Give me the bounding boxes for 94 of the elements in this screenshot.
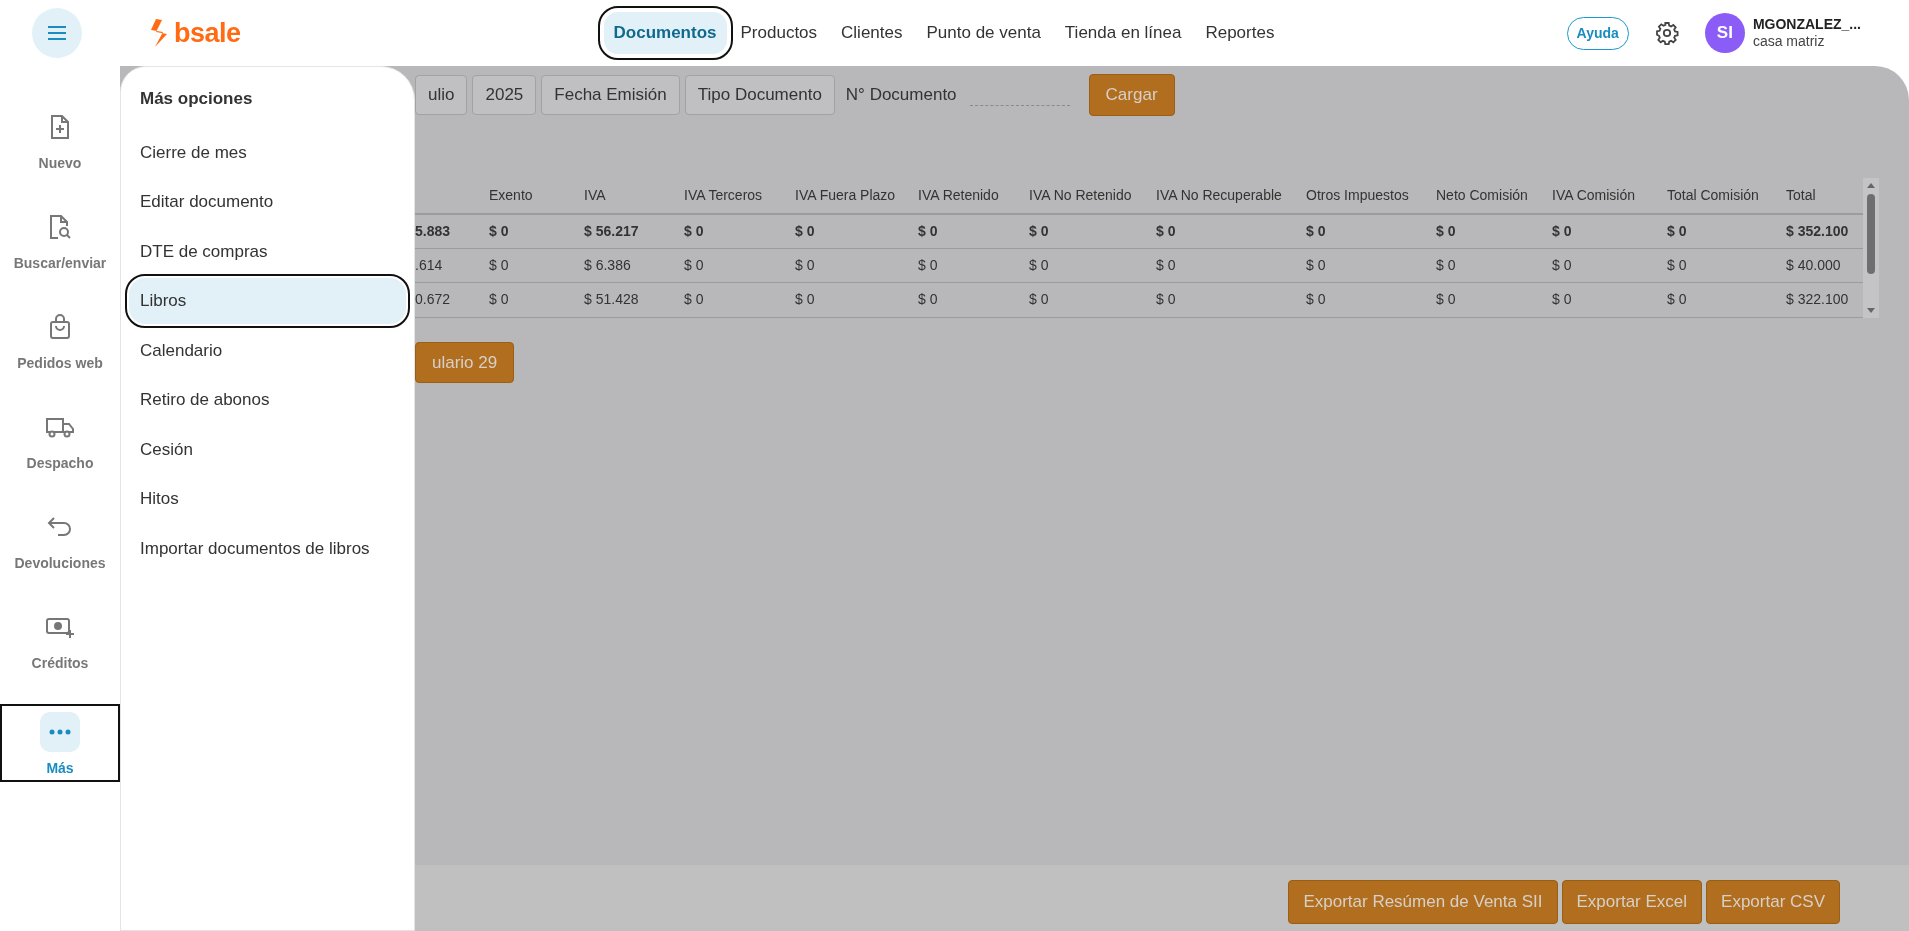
table-cell: $ 0 bbox=[918, 291, 938, 308]
user-avatar[interactable]: SI bbox=[1704, 13, 1745, 53]
column-header: IVA No Retenido bbox=[1029, 186, 1132, 203]
table-cell: $ 0 bbox=[1436, 222, 1456, 239]
sidebar-item[interactable]: Devoluciones bbox=[0, 506, 120, 606]
table-cell: $ 0 bbox=[1306, 222, 1326, 239]
filter-button[interactable]: Tipo Documento bbox=[684, 75, 835, 115]
column-header: Total Comisión bbox=[1667, 186, 1759, 203]
table-cell: $ 0 bbox=[1667, 256, 1687, 273]
table-cell: $ 0 bbox=[1306, 291, 1326, 308]
sidebar-item[interactable]: Despacho bbox=[0, 406, 120, 506]
table-cell: $ 0 bbox=[1029, 291, 1049, 308]
nav-link[interactable]: Tienda en línea bbox=[1054, 12, 1192, 54]
menu-item[interactable]: Importar documentos de libros bbox=[129, 525, 406, 571]
table-cell: $ 0 bbox=[684, 291, 704, 308]
table-cell: $ 0 bbox=[795, 256, 815, 273]
table-cell: $ 0 bbox=[1667, 222, 1687, 239]
menu-item[interactable]: DTE de compras bbox=[129, 228, 406, 274]
nav-link[interactable]: Punto de venta bbox=[916, 12, 1051, 54]
filter-button[interactable]: 2025 bbox=[472, 75, 537, 115]
table-cell: 5.883 bbox=[415, 222, 451, 239]
more-icon bbox=[49, 729, 71, 735]
table-cell: $ 0 bbox=[1029, 222, 1049, 239]
table-cell: $ 0 bbox=[795, 222, 815, 239]
table-cell: $ 0 bbox=[1029, 256, 1049, 273]
table-cell: $ 51.428 bbox=[584, 291, 639, 308]
sidebar-item[interactable]: Créditos bbox=[0, 606, 120, 706]
menu-item[interactable]: Editar documento bbox=[129, 179, 406, 225]
table-cell: $ 0 bbox=[1436, 256, 1456, 273]
user-name: MGONZALEZ_... bbox=[1752, 15, 1861, 33]
table-cell: .614 bbox=[415, 256, 443, 273]
table-cell: $ 0 bbox=[918, 222, 938, 239]
brand-name: bsale bbox=[174, 16, 241, 50]
menu-item[interactable]: Cierre de mes bbox=[129, 129, 406, 175]
column-header: Total bbox=[1786, 186, 1816, 203]
menu-item[interactable]: Cesión bbox=[129, 426, 406, 472]
table-cell: $ 0 bbox=[1552, 256, 1572, 273]
menu-title: Más opciones bbox=[139, 88, 254, 110]
table-cell: $ 0 bbox=[918, 256, 938, 273]
truck-icon bbox=[45, 415, 75, 439]
column-header: IVA bbox=[584, 186, 606, 203]
document-search-icon bbox=[47, 214, 73, 240]
nav-link[interactable]: Clientes bbox=[831, 12, 913, 54]
menu-item[interactable]: Retiro de abonos bbox=[129, 377, 406, 423]
return-arrow-icon bbox=[46, 516, 74, 538]
column-header: Otros Impuestos bbox=[1306, 186, 1409, 203]
new-document-icon bbox=[48, 114, 72, 140]
table-cell: $ 56.217 bbox=[584, 222, 639, 239]
logo-icon bbox=[148, 18, 170, 48]
column-header: IVA Fuera Plazo bbox=[795, 186, 896, 203]
column-header: IVA Terceros bbox=[684, 186, 763, 203]
sidebar-item[interactable]: Buscar/enviar bbox=[0, 206, 120, 306]
column-header: Exento bbox=[489, 186, 533, 203]
table-cell: $ 0 bbox=[489, 256, 509, 273]
table-cell: $ 0 bbox=[1306, 256, 1326, 273]
table-cell: $ 0 bbox=[795, 291, 815, 308]
filter-button[interactable]: Fecha Emisión bbox=[541, 75, 680, 115]
table-cell: $ 0 bbox=[1436, 291, 1456, 308]
cash-plus-icon bbox=[45, 615, 75, 639]
table-cell: $ 0 bbox=[1156, 256, 1176, 273]
menu-icon bbox=[47, 25, 67, 41]
column-header: IVA No Recuperable bbox=[1156, 186, 1282, 203]
sidebar-item[interactable]: Más bbox=[2, 706, 118, 780]
table-cell: $ 0 bbox=[489, 291, 509, 308]
table-cell: $ 352.100 bbox=[1786, 222, 1849, 239]
settings-icon[interactable] bbox=[1654, 21, 1679, 46]
menu-button[interactable] bbox=[32, 8, 82, 58]
branch-name: casa matriz bbox=[1752, 33, 1826, 51]
table-cell: $ 0 bbox=[684, 256, 704, 273]
nav-link[interactable]: Reportes bbox=[1195, 12, 1285, 54]
nav-link[interactable]: Productos bbox=[730, 12, 828, 54]
table-cell: $ 0 bbox=[1667, 291, 1687, 308]
filter-button[interactable]: ulio bbox=[415, 75, 468, 115]
column-header: IVA Retenido bbox=[918, 186, 999, 203]
shopping-bag-icon bbox=[48, 314, 72, 340]
document-number-label: N° Documento bbox=[845, 84, 957, 106]
help-button[interactable]: Ayuda bbox=[1566, 16, 1629, 50]
menu-item[interactable]: Hitos bbox=[129, 476, 406, 522]
scrollbar[interactable] bbox=[1863, 177, 1879, 318]
table-cell: $ 0 bbox=[1552, 222, 1572, 239]
table-cell: $ 40.000 bbox=[1786, 256, 1841, 273]
table-cell: $ 0 bbox=[684, 222, 704, 239]
sidebar-item[interactable]: Nuevo bbox=[0, 106, 120, 206]
column-header: IVA Comisión bbox=[1552, 186, 1635, 203]
table-cell: $ 0 bbox=[489, 222, 509, 239]
sidebar-item[interactable]: Pedidos web bbox=[0, 306, 120, 406]
table-cell: $ 0 bbox=[1552, 291, 1572, 308]
table-cell: $ 322.100 bbox=[1786, 291, 1849, 308]
table-cell: 0.672 bbox=[415, 291, 451, 308]
table-cell: $ 0 bbox=[1156, 222, 1176, 239]
menu-item[interactable]: Calendario bbox=[129, 327, 406, 373]
table-cell: $ 0 bbox=[1156, 291, 1176, 308]
table-cell: $ 6.386 bbox=[584, 256, 631, 273]
column-header: Neto Comisión bbox=[1436, 186, 1528, 203]
